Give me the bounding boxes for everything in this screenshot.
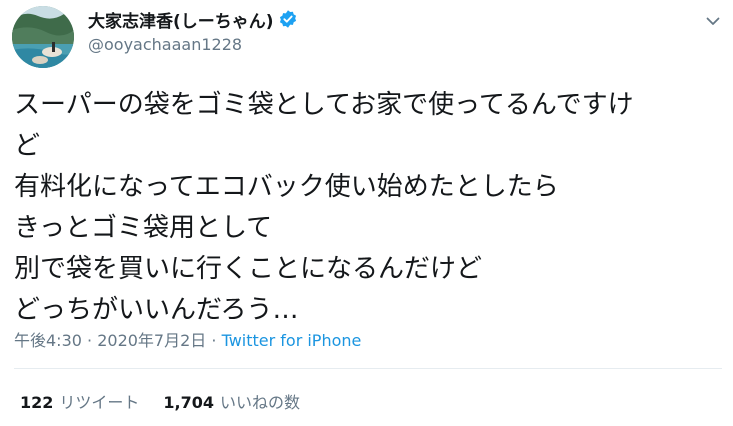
tweet-text-line: どっちがいいんだろう… [14,295,299,325]
tweet-text-line: 別で袋を買いに行くことになるんだけど [14,254,483,284]
likes-label: いいねの数 [220,393,301,412]
chevron-down-icon [706,17,720,25]
avatar-image [12,6,74,68]
retweets-label: リツイート [59,393,140,412]
meta-separator: · [87,331,98,350]
retweets-count: 122 [20,393,54,412]
author-block[interactable]: 大家志津香(しーちゃん) @ooyachaaan1228 [88,8,648,54]
tweet-source-link[interactable]: Twitter for iPhone [222,331,362,350]
verified-badge-icon [278,9,298,29]
retweets-stat[interactable]: 122 リツイート [20,389,139,413]
tweet-meta: 午後4:30 · 2020年7月2日 · Twitter for iPhone [14,327,361,351]
tweet-card: 大家志津香(しーちゃん) @ooyachaaan1228 スーパーの袋をゴミ袋と… [0,0,733,426]
tweet-date[interactable]: 2020年7月2日 [97,331,206,350]
tweet-text-line: スーパーの袋をゴミ袋としてお家で使ってるんですけ [14,90,634,120]
tweet-text-line: 有料化になってエコバック使い始めたとしたら [14,172,559,202]
more-options-button[interactable] [702,10,724,32]
tweet-text-line: ど [14,131,41,161]
user-handle[interactable]: @ooyachaaan1228 [88,35,648,54]
tweet-text: スーパーの袋をゴミ袋としてお家で使ってるんですけ ど 有料化になってエコバック使… [14,85,719,331]
tweet-time[interactable]: 午後4:30 [14,331,82,350]
tweet-text-line: きっとゴミ袋用として [14,213,273,243]
avatar[interactable] [12,6,74,68]
meta-separator: · [211,331,222,350]
divider [14,368,722,369]
likes-stat[interactable]: 1,704 いいねの数 [163,389,300,413]
likes-count: 1,704 [163,393,215,412]
display-name-row: 大家志津香(しーちゃん) [88,7,648,32]
display-name[interactable]: 大家志津香(しーちゃん) [88,7,274,32]
tweet-stats: 122 リツイート 1,704 いいねの数 [20,389,300,413]
